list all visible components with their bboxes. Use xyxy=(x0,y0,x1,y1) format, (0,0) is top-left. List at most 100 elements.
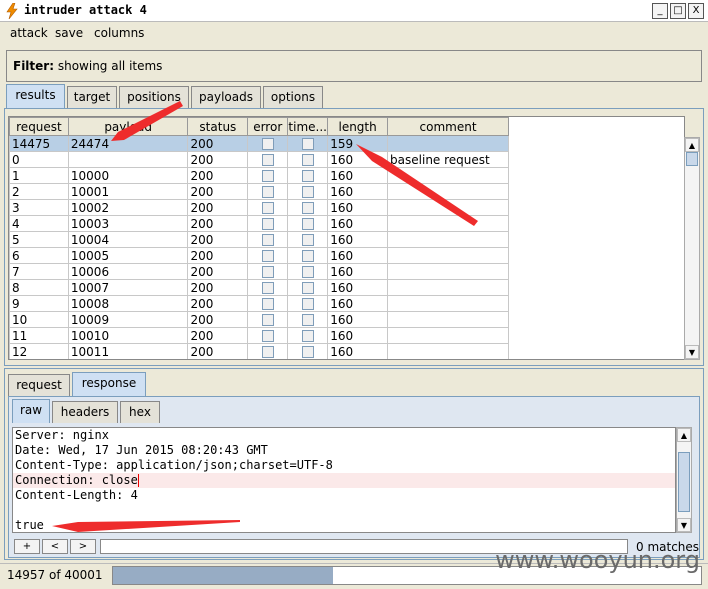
col-request[interactable]: request xyxy=(9,117,69,136)
scroll-up-icon[interactable]: ▲ xyxy=(677,428,691,442)
tab-hex[interactable]: hex xyxy=(120,401,160,423)
checkbox-icon xyxy=(301,314,314,326)
table-row[interactable]: 10 10009 200 160 xyxy=(9,311,509,328)
table-cell: 200 xyxy=(187,327,249,344)
table-cell: 12 xyxy=(9,343,69,359)
tab-raw[interactable]: raw xyxy=(12,399,50,423)
timeout-checkbox-cell xyxy=(287,167,329,184)
menu-save[interactable]: save xyxy=(55,26,83,40)
table-row[interactable]: 12 10011 200 160 xyxy=(9,343,509,359)
search-prev-button[interactable]: < xyxy=(42,539,68,554)
scroll-thumb[interactable] xyxy=(686,152,698,166)
error-checkbox-cell xyxy=(247,327,289,344)
search-next-button[interactable]: > xyxy=(70,539,96,554)
checkbox-icon xyxy=(261,202,274,214)
table-cell: 10004 xyxy=(67,231,189,248)
checkbox-icon xyxy=(261,170,274,182)
table-row[interactable]: 9 10008 200 160 xyxy=(9,295,509,312)
col-length[interactable]: length xyxy=(327,117,389,136)
table-cell xyxy=(387,135,509,152)
results-scrollbar[interactable]: ▲ ▼ xyxy=(684,137,700,360)
table-row[interactable]: 7 10006 200 160 xyxy=(9,263,509,280)
search-add-button[interactable]: + xyxy=(14,539,40,554)
tab-options[interactable]: options xyxy=(263,86,323,108)
checkbox-icon xyxy=(301,186,314,198)
tab-results[interactable]: results xyxy=(6,84,65,108)
checkbox-icon xyxy=(261,218,274,230)
table-row[interactable]: 6 10005 200 160 xyxy=(9,247,509,264)
table-cell: 10005 xyxy=(67,247,189,264)
table-row[interactable]: 5 10004 200 160 xyxy=(9,231,509,248)
close-button[interactable]: X xyxy=(688,3,704,19)
table-cell: 10 xyxy=(9,311,69,328)
error-checkbox-cell xyxy=(247,311,289,328)
table-cell xyxy=(387,183,509,200)
window-title: intruder attack 4 xyxy=(24,3,147,17)
tab-target[interactable]: target xyxy=(67,86,117,108)
table-row[interactable]: 1 10000 200 160 xyxy=(9,167,509,184)
table-cell xyxy=(67,151,189,168)
timeout-checkbox-cell xyxy=(287,247,329,264)
timeout-checkbox-cell xyxy=(287,263,329,280)
col-error[interactable]: error xyxy=(247,117,289,136)
menu-attack[interactable]: attack xyxy=(10,26,48,40)
menu-columns[interactable]: columns xyxy=(94,26,144,40)
table-cell xyxy=(387,247,509,264)
editor-scrollbar[interactable]: ▲ ▼ xyxy=(676,427,692,533)
checkbox-icon xyxy=(261,186,274,198)
table-cell: 160 xyxy=(327,183,389,200)
table-cell: 160 xyxy=(327,327,389,344)
table-cell xyxy=(387,311,509,328)
tab-headers[interactable]: headers xyxy=(52,401,118,423)
filter-bar[interactable]: Filter: showing all items xyxy=(6,50,702,82)
table-row[interactable]: 8 10007 200 160 xyxy=(9,279,509,296)
scroll-thumb[interactable] xyxy=(678,452,690,512)
maximize-button[interactable]: □ xyxy=(670,3,686,19)
timeout-checkbox-cell xyxy=(287,343,329,359)
tab-positions[interactable]: positions xyxy=(119,86,189,108)
table-row[interactable]: 3 10002 200 160 xyxy=(9,199,509,216)
scroll-down-icon[interactable]: ▼ xyxy=(677,518,691,532)
table-row[interactable]: 11 10010 200 160 xyxy=(9,327,509,344)
col-timeout[interactable]: time... xyxy=(287,117,329,136)
table-cell: 200 xyxy=(187,151,249,168)
table-cell: 4 xyxy=(9,215,69,232)
col-comment[interactable]: comment xyxy=(387,117,509,136)
table-row[interactable]: 2 10001 200 160 xyxy=(9,183,509,200)
table-row[interactable]: 14475 24474 200 159 xyxy=(9,135,509,152)
checkbox-icon xyxy=(301,234,314,246)
response-line: Date: Wed, 17 Jun 2015 08:20:43 GMT xyxy=(15,443,268,457)
table-cell: 160 xyxy=(327,263,389,280)
error-checkbox-cell xyxy=(247,295,289,312)
scroll-up-icon[interactable]: ▲ xyxy=(685,138,699,152)
results-table: request payload status error time... len… xyxy=(8,116,685,360)
checkbox-icon xyxy=(301,202,314,214)
table-row[interactable]: 4 10003 200 160 xyxy=(9,215,509,232)
col-status[interactable]: status xyxy=(187,117,249,136)
tab-request[interactable]: request xyxy=(8,374,70,396)
table-cell xyxy=(387,167,509,184)
response-line: Content-Length: 4 xyxy=(15,488,138,502)
table-cell: 200 xyxy=(187,247,249,264)
response-line-current: Connection: close xyxy=(13,473,675,488)
minimize-button[interactable]: _ xyxy=(652,3,668,19)
table-cell: baseline request xyxy=(387,151,509,168)
timeout-checkbox-cell xyxy=(287,135,329,152)
timeout-checkbox-cell xyxy=(287,151,329,168)
table-cell: 200 xyxy=(187,279,249,296)
table-cell: 10002 xyxy=(67,199,189,216)
table-cell: 200 xyxy=(187,343,249,359)
checkbox-icon xyxy=(301,298,314,310)
checkbox-icon xyxy=(301,154,314,166)
checkbox-icon xyxy=(301,250,314,262)
table-cell: 14475 xyxy=(9,135,69,152)
col-payload[interactable]: payload xyxy=(67,117,189,136)
error-checkbox-cell xyxy=(247,135,289,152)
tab-response[interactable]: response xyxy=(72,372,146,396)
tab-payloads[interactable]: payloads xyxy=(191,86,261,108)
table-cell: 10010 xyxy=(67,327,189,344)
scroll-down-icon[interactable]: ▼ xyxy=(685,345,699,359)
table-row[interactable]: 0 200 160 baseline request xyxy=(9,151,509,168)
table-cell xyxy=(387,263,509,280)
response-editor[interactable]: Server: nginx Date: Wed, 17 Jun 2015 08:… xyxy=(12,427,676,533)
